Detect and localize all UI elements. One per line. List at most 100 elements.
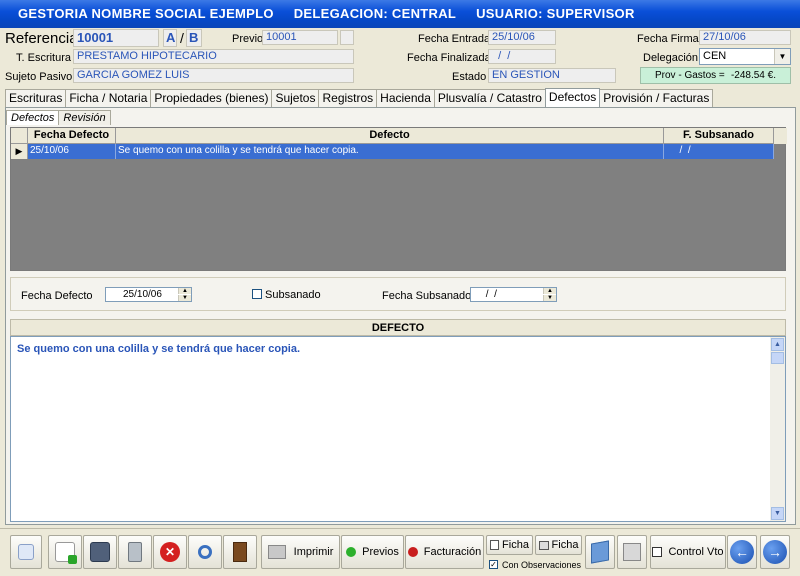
- printer-icon: [267, 545, 286, 560]
- fecha-firma-field[interactable]: 27/10/06: [699, 30, 791, 45]
- delegacion-select-value: CEN: [703, 50, 727, 62]
- fecha-entrada-field[interactable]: 25/10/06: [488, 30, 556, 45]
- chevron-down-icon[interactable]: ▼: [774, 49, 790, 64]
- scroll-up-icon[interactable]: ▲: [771, 338, 784, 351]
- con-observaciones-label: Con Observaciones: [502, 560, 582, 570]
- search-icon: [198, 545, 212, 560]
- fecha-finalizada-field[interactable]: / /: [488, 49, 556, 64]
- b-field[interactable]: B: [186, 29, 202, 47]
- subtab-revision[interactable]: Revisión: [58, 110, 111, 125]
- next-record-button[interactable]: →: [760, 535, 790, 569]
- save-button[interactable]: [83, 535, 117, 569]
- red-dot-icon: [407, 547, 418, 558]
- grid-header-indicator: [11, 128, 28, 144]
- previo-field[interactable]: 10001: [262, 30, 338, 45]
- tab-propiedades[interactable]: Propiedades (bienes): [150, 89, 273, 107]
- delegacion-select[interactable]: CEN ▼: [699, 48, 791, 65]
- fecha-defecto-label: Fecha Defecto: [21, 290, 93, 302]
- memo-scrollbar[interactable]: ▲ ▼: [770, 337, 785, 521]
- subsanado-checkbox[interactable]: [252, 289, 262, 299]
- t-escritura-label: T. Escritura: [16, 52, 72, 64]
- arrow-left-icon: ←: [730, 540, 754, 565]
- tab-registros[interactable]: Registros: [318, 89, 378, 107]
- subtab-defectos[interactable]: Defectos: [6, 110, 60, 125]
- new-button[interactable]: [48, 535, 82, 569]
- tab-hacienda[interactable]: Hacienda: [376, 89, 435, 107]
- spin-down-icon[interactable]: ▼: [178, 295, 191, 301]
- fecha-subsanado-input[interactable]: / / ▲ ▼: [470, 287, 557, 302]
- title-bar: GESTORIA NOMBRE SOCIAL EJEMPLO DELEGACIO…: [0, 0, 800, 28]
- previos-button[interactable]: Previos: [341, 535, 404, 569]
- tab-escrituras[interactable]: Escrituras: [5, 89, 67, 107]
- print-document-icon: [538, 540, 549, 550]
- ficha-button-2[interactable]: Ficha: [535, 535, 582, 555]
- row-indicator-icon: ▶: [11, 144, 28, 159]
- facturacion-label: Facturación: [423, 546, 482, 558]
- ficha1-label: Ficha: [502, 539, 529, 551]
- window-icon: [652, 547, 663, 558]
- imprimir-button[interactable]: Imprimir: [261, 535, 340, 569]
- fecha-entrada-label: Fecha Entrada: [418, 33, 491, 45]
- defecto-memo-header: DEFECTO: [10, 319, 786, 336]
- book-icon: [591, 540, 609, 564]
- tab-sujetos[interactable]: Sujetos: [271, 89, 320, 107]
- copy-button[interactable]: [10, 535, 42, 569]
- control-vto-label: Control Vto: [668, 546, 724, 558]
- con-observaciones-checkbox[interactable]: ✓: [489, 560, 498, 569]
- grid-header-defecto[interactable]: Defecto: [116, 128, 664, 144]
- delete-button[interactable]: [118, 535, 152, 569]
- main-tabs: Escrituras Ficha / Notaria Propiedades (bi…: [5, 88, 714, 107]
- referencia-field[interactable]: 10001: [73, 29, 159, 47]
- fecha-subsanado-value: / /: [483, 289, 497, 300]
- cell-fecha-defecto[interactable]: 25/10/06: [28, 144, 116, 159]
- window-delegacion: DELEGACION: CENTRAL: [293, 6, 457, 21]
- prov-gastos-label: Prov - Gastos =: [655, 70, 725, 81]
- facturacion-button[interactable]: Facturación: [405, 535, 484, 569]
- prov-gastos-box: Prov - Gastos = -248.54 €.: [640, 67, 791, 84]
- bottom-toolbar: ✕ Imprimir Previos Facturación Ficha Fic…: [0, 528, 800, 576]
- ficha-button-1[interactable]: Ficha: [486, 535, 533, 555]
- spin-up-icon[interactable]: ▲: [178, 288, 191, 294]
- delegacion-label: Delegación: [643, 52, 699, 64]
- table-row[interactable]: ▶ 25/10/06 Se quemo con una colilla y se…: [11, 144, 787, 159]
- sujeto-pasivo-label: Sujeto Pasivo: [5, 71, 73, 83]
- previo-extra-field[interactable]: [340, 30, 354, 45]
- defecto-memo[interactable]: Se quemo con una colilla y se tendrá que…: [10, 336, 786, 522]
- grid-header-fecha[interactable]: Fecha Defecto: [28, 128, 116, 144]
- fecha-finalizada-label: Fecha Finalizada: [407, 52, 491, 64]
- tab-plusvalia-catastro[interactable]: Plusvalía / Catastro: [433, 89, 546, 107]
- cell-subsanado[interactable]: / /: [664, 144, 774, 159]
- sujeto-pasivo-field[interactable]: GARCIA GOMEZ LUIS: [73, 68, 354, 83]
- t-escritura-field[interactable]: PRESTAMO HIPOTECARIO: [73, 49, 354, 64]
- estado-field[interactable]: EN GESTION: [488, 68, 616, 83]
- grid-header: Fecha Defecto Defecto F. Subsanado: [11, 128, 787, 144]
- book-button[interactable]: [585, 535, 615, 569]
- fecha-defecto-value: 25/10/06: [123, 289, 162, 300]
- scroll-down-icon[interactable]: ▼: [771, 507, 784, 520]
- previous-record-button[interactable]: ←: [727, 535, 757, 569]
- new-document-icon: [55, 542, 77, 565]
- spin-down-icon[interactable]: ▼: [543, 295, 556, 301]
- estado-label: Estado: [452, 71, 487, 83]
- grid-header-subsanado[interactable]: F. Subsanado: [664, 128, 774, 144]
- cancel-button[interactable]: ✕: [153, 535, 187, 569]
- spin-up-icon[interactable]: ▲: [543, 288, 556, 294]
- print-preview-icon: [623, 543, 641, 562]
- search-button[interactable]: [188, 535, 222, 569]
- close-icon: ✕: [160, 542, 180, 563]
- app-name: GESTORIA NOMBRE SOCIAL EJEMPLO: [18, 6, 274, 21]
- cell-defecto[interactable]: Se quemo con una colilla y se tendrá que…: [116, 144, 664, 159]
- scroll-thumb[interactable]: [771, 352, 784, 364]
- print-preview-button[interactable]: [617, 535, 647, 569]
- fecha-defecto-input[interactable]: 25/10/06 ▲ ▼: [105, 287, 192, 302]
- arrow-right-icon: →: [763, 540, 787, 565]
- tab-provision-facturas[interactable]: Provisión / Facturas: [599, 89, 714, 107]
- tab-defectos[interactable]: Defectos: [544, 88, 601, 107]
- previo-label: Previo: [232, 33, 264, 45]
- control-vto-button[interactable]: Control Vto: [650, 535, 726, 569]
- exit-button[interactable]: [223, 535, 257, 569]
- tab-ficha-notaria[interactable]: Ficha / Notaria: [65, 89, 152, 107]
- window-usuario: USUARIO: SUPERVISOR: [476, 6, 635, 21]
- a-field[interactable]: A: [163, 29, 177, 47]
- exit-door-icon: [233, 542, 247, 563]
